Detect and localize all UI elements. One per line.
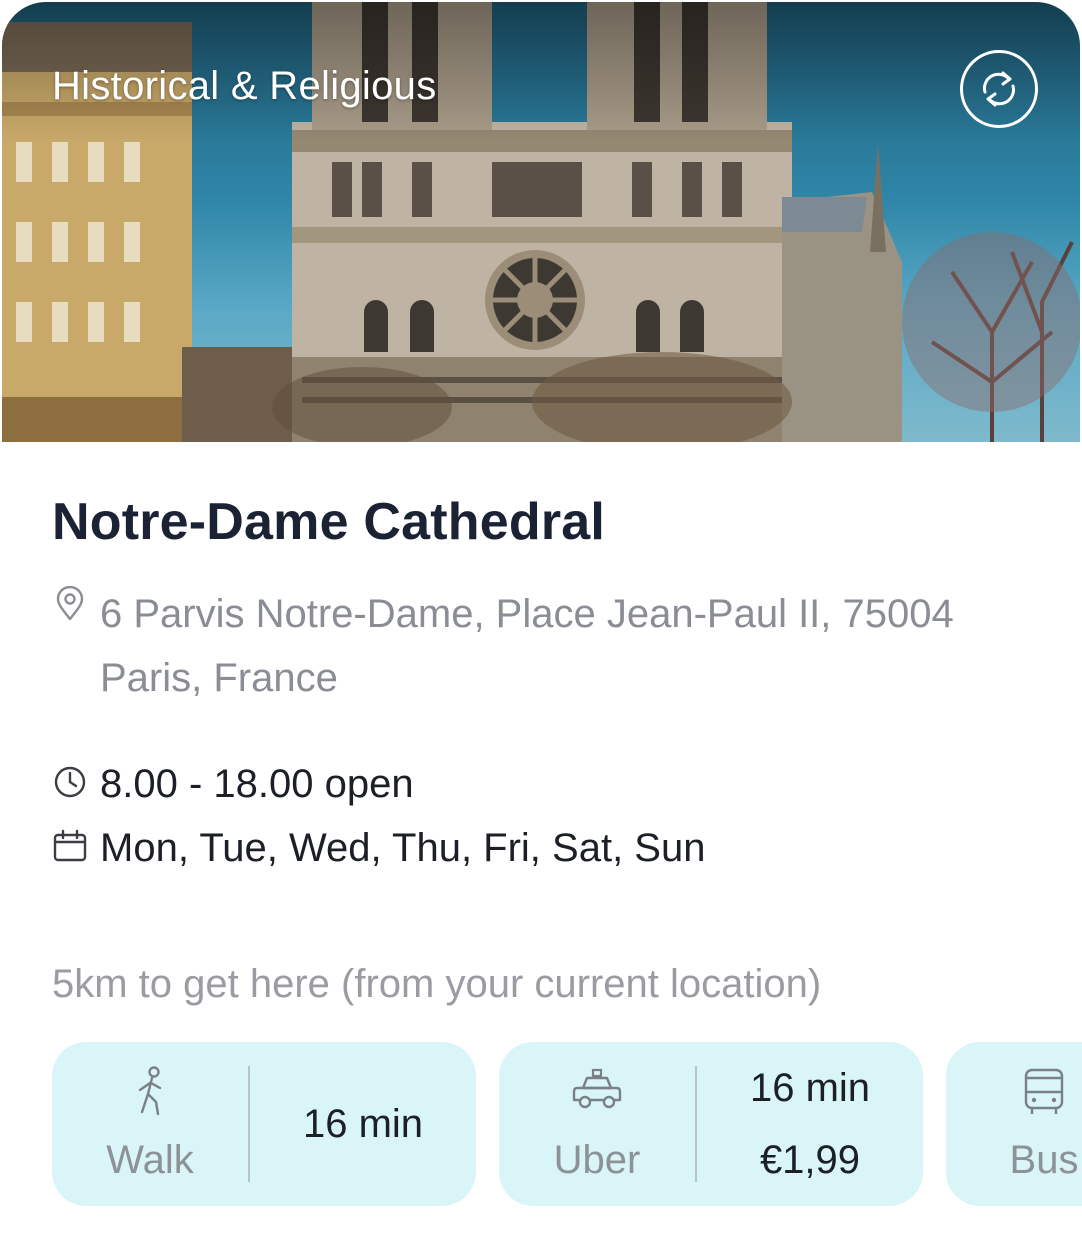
opening-days: Mon, Tue, Wed, Thu, Fri, Sat, Sun	[100, 826, 706, 870]
days-row: Mon, Tue, Wed, Thu, Fri, Sat, Sun	[52, 822, 705, 874]
address-row: 6 Parvis Notre-Dame, Place Jean-Paul II,…	[52, 582, 972, 710]
travel-price: €1,99	[759, 1138, 861, 1182]
location-pin-icon	[56, 586, 84, 621]
calendar-icon	[53, 829, 87, 862]
hero-image: Historical & Religious	[2, 2, 1080, 442]
sync-icon	[983, 71, 1015, 107]
transport-mode-label: Bus	[1009, 1138, 1079, 1182]
transport-card-walk[interactable]: Walk 16 min	[52, 1042, 476, 1206]
hours-row: 8.00 - 18.00 open	[52, 758, 414, 810]
transport-mode: Walk	[52, 1042, 248, 1206]
walking-person-icon	[138, 1066, 162, 1116]
transport-card-bus[interactable]: Bus	[946, 1042, 1082, 1206]
transport-options: Walk 16 min Uber 16 min €1,99 Bus	[0, 1042, 1082, 1208]
travel-time: 16 min	[749, 1066, 871, 1110]
distance-text: 5km to get here (from your current locat…	[52, 962, 822, 1006]
transport-details: 16 min €1,99	[697, 1042, 923, 1206]
bus-icon	[1024, 1068, 1064, 1114]
place-title: Notre-Dame Cathedral	[52, 493, 606, 551]
transport-mode: Bus	[946, 1042, 1082, 1206]
address-text[interactable]: 6 Parvis Notre-Dame, Place Jean-Paul II,…	[100, 582, 960, 710]
transport-mode-label: Walk	[106, 1138, 194, 1182]
travel-time: 16 min	[302, 1102, 424, 1146]
transport-card-uber[interactable]: Uber 16 min €1,99	[499, 1042, 923, 1206]
opening-hours: 8.00 - 18.00 open	[100, 762, 414, 806]
transport-mode: Uber	[499, 1042, 695, 1206]
category-label: Historical & Religious	[52, 64, 437, 108]
clock-icon	[54, 766, 86, 798]
car-icon	[572, 1068, 622, 1109]
transport-details: 16 min	[250, 1042, 476, 1206]
sync-button[interactable]	[960, 50, 1038, 128]
transport-mode-label: Uber	[553, 1138, 641, 1182]
